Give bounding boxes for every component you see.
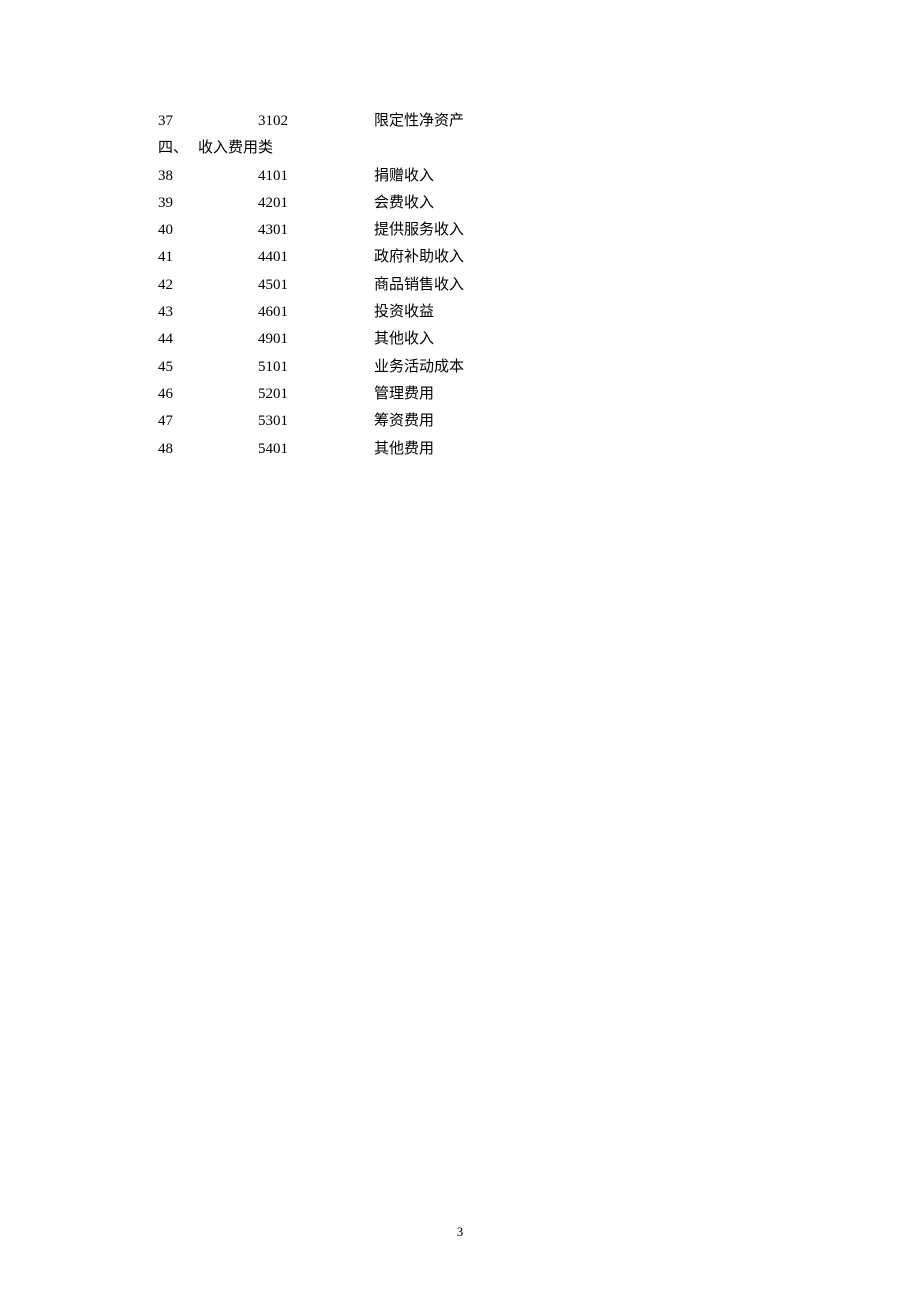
account-code: 5301 [198,408,308,435]
account-table: 37 3102 限定性净资产 四、 收入费用类 38 4101 捐赠收入 39 … [158,108,758,463]
row-number: 47 [158,408,198,435]
account-code: 5401 [198,436,308,463]
table-row: 43 4601 投资收益 [158,299,758,326]
table-row: 37 3102 限定性净资产 [158,108,758,135]
account-code: 4501 [198,272,308,299]
account-name: 会费收入 [308,190,758,217]
account-code: 3102 [198,108,308,135]
row-number: 37 [158,108,198,135]
section-number: 四、 [158,135,198,162]
row-number: 45 [158,354,198,381]
page-number: 3 [0,1224,920,1240]
account-name: 管理费用 [308,381,758,408]
account-code: 4601 [198,299,308,326]
table-row: 42 4501 商品销售收入 [158,272,758,299]
table-row: 44 4901 其他收入 [158,326,758,353]
table-row: 47 5301 筹资费用 [158,408,758,435]
account-name: 筹资费用 [308,408,758,435]
account-code: 5101 [198,354,308,381]
table-row: 45 5101 业务活动成本 [158,354,758,381]
row-number: 41 [158,244,198,271]
section-title: 收入费用类 [198,135,273,162]
account-name: 其他费用 [308,436,758,463]
account-code: 4201 [198,190,308,217]
account-code: 4901 [198,326,308,353]
table-row: 48 5401 其他费用 [158,436,758,463]
account-name: 投资收益 [308,299,758,326]
row-number: 48 [158,436,198,463]
account-code: 4401 [198,244,308,271]
row-number: 46 [158,381,198,408]
account-name: 业务活动成本 [308,354,758,381]
row-number: 42 [158,272,198,299]
account-code: 5201 [198,381,308,408]
table-row: 38 4101 捐赠收入 [158,163,758,190]
row-number: 40 [158,217,198,244]
section-header: 四、 收入费用类 [158,135,758,162]
table-row: 40 4301 提供服务收入 [158,217,758,244]
table-row: 39 4201 会费收入 [158,190,758,217]
account-name: 限定性净资产 [308,108,758,135]
account-code: 4301 [198,217,308,244]
table-row: 41 4401 政府补助收入 [158,244,758,271]
account-name: 提供服务收入 [308,217,758,244]
row-number: 39 [158,190,198,217]
account-name: 其他收入 [308,326,758,353]
row-number: 44 [158,326,198,353]
account-code: 4101 [198,163,308,190]
account-name: 商品销售收入 [308,272,758,299]
row-number: 38 [158,163,198,190]
row-number: 43 [158,299,198,326]
table-row: 46 5201 管理费用 [158,381,758,408]
account-name: 政府补助收入 [308,244,758,271]
account-name: 捐赠收入 [308,163,758,190]
